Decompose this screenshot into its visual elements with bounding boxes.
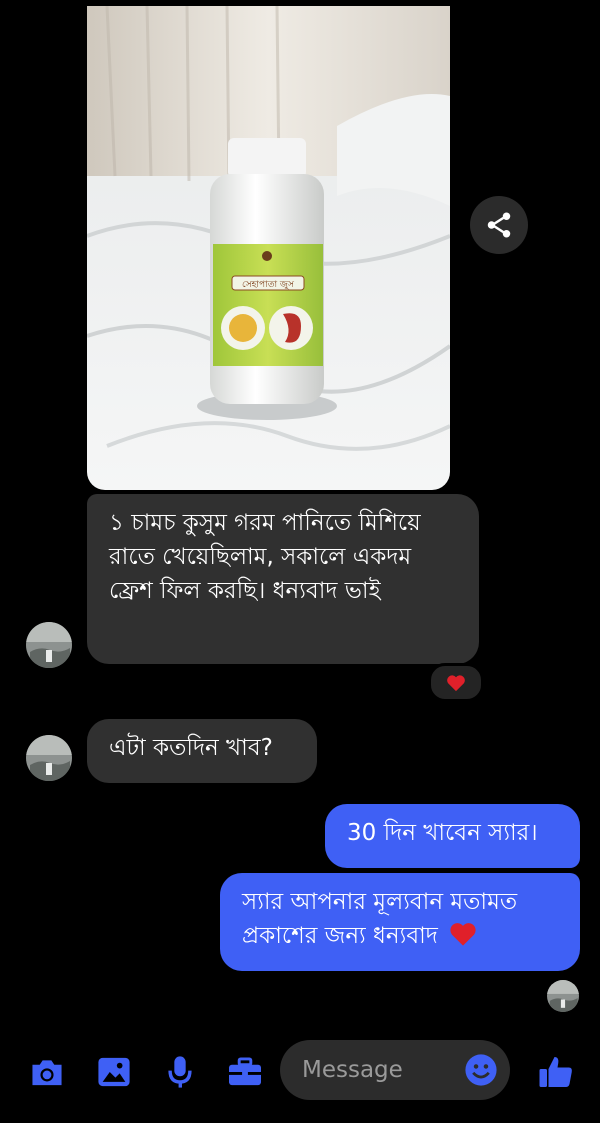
microphone-icon [168, 1056, 192, 1088]
message-composer [0, 1030, 600, 1110]
seen-avatar-icon [547, 980, 579, 1012]
outgoing-message[interactable]: স্যার আপনার মূল্যবান মতামত প্রকাশের জন্য… [220, 873, 580, 971]
heart-emoji-icon [450, 923, 476, 946]
message-text: ১ চামচ কুসুম গরম পানিতে মিশিয়ে রাতে খেয… [109, 510, 421, 604]
emoji-icon[interactable] [464, 1053, 498, 1087]
seen-avatar [547, 980, 579, 1012]
briefcase-icon [229, 1057, 261, 1086]
camera-icon [32, 1060, 62, 1086]
shared-product-photo[interactable]: সেহাপাতা জুস [87, 6, 450, 490]
thumbs-up-icon [539, 1057, 572, 1087]
message-field[interactable] [280, 1040, 510, 1100]
camera-button[interactable] [27, 1052, 67, 1092]
microphone-button[interactable] [160, 1052, 200, 1092]
outgoing-message[interactable]: 30 দিন খাবেন স্যার। [325, 804, 580, 868]
message-text: এটা কতদিন খাব? [109, 735, 273, 761]
bottle-label: সেহাপাতা জুস [242, 280, 295, 290]
sender-avatar[interactable] [26, 735, 72, 781]
heart-icon [447, 674, 465, 691]
product-bottle-photo-icon: সেহাপাতা জুস [87, 6, 450, 490]
incoming-message[interactable]: ১ চামচ কুসুম গরম পানিতে মিশিয়ে রাতে খেয… [87, 494, 479, 664]
incoming-message[interactable]: এটা কতদিন খাব? [87, 719, 317, 783]
sender-avatar[interactable] [26, 622, 72, 668]
like-button[interactable] [536, 1052, 576, 1092]
briefcase-button[interactable] [225, 1052, 265, 1092]
message-input[interactable] [300, 1056, 454, 1084]
message-text: 30 দিন খাবেন স্যার। [347, 820, 538, 846]
gallery-icon [98, 1057, 130, 1087]
heart-reaction[interactable] [428, 663, 484, 702]
share-icon [487, 212, 511, 238]
avatar-icon [26, 622, 72, 668]
share-button[interactable] [470, 196, 528, 254]
avatar-icon [26, 735, 72, 781]
gallery-button[interactable] [94, 1052, 134, 1092]
